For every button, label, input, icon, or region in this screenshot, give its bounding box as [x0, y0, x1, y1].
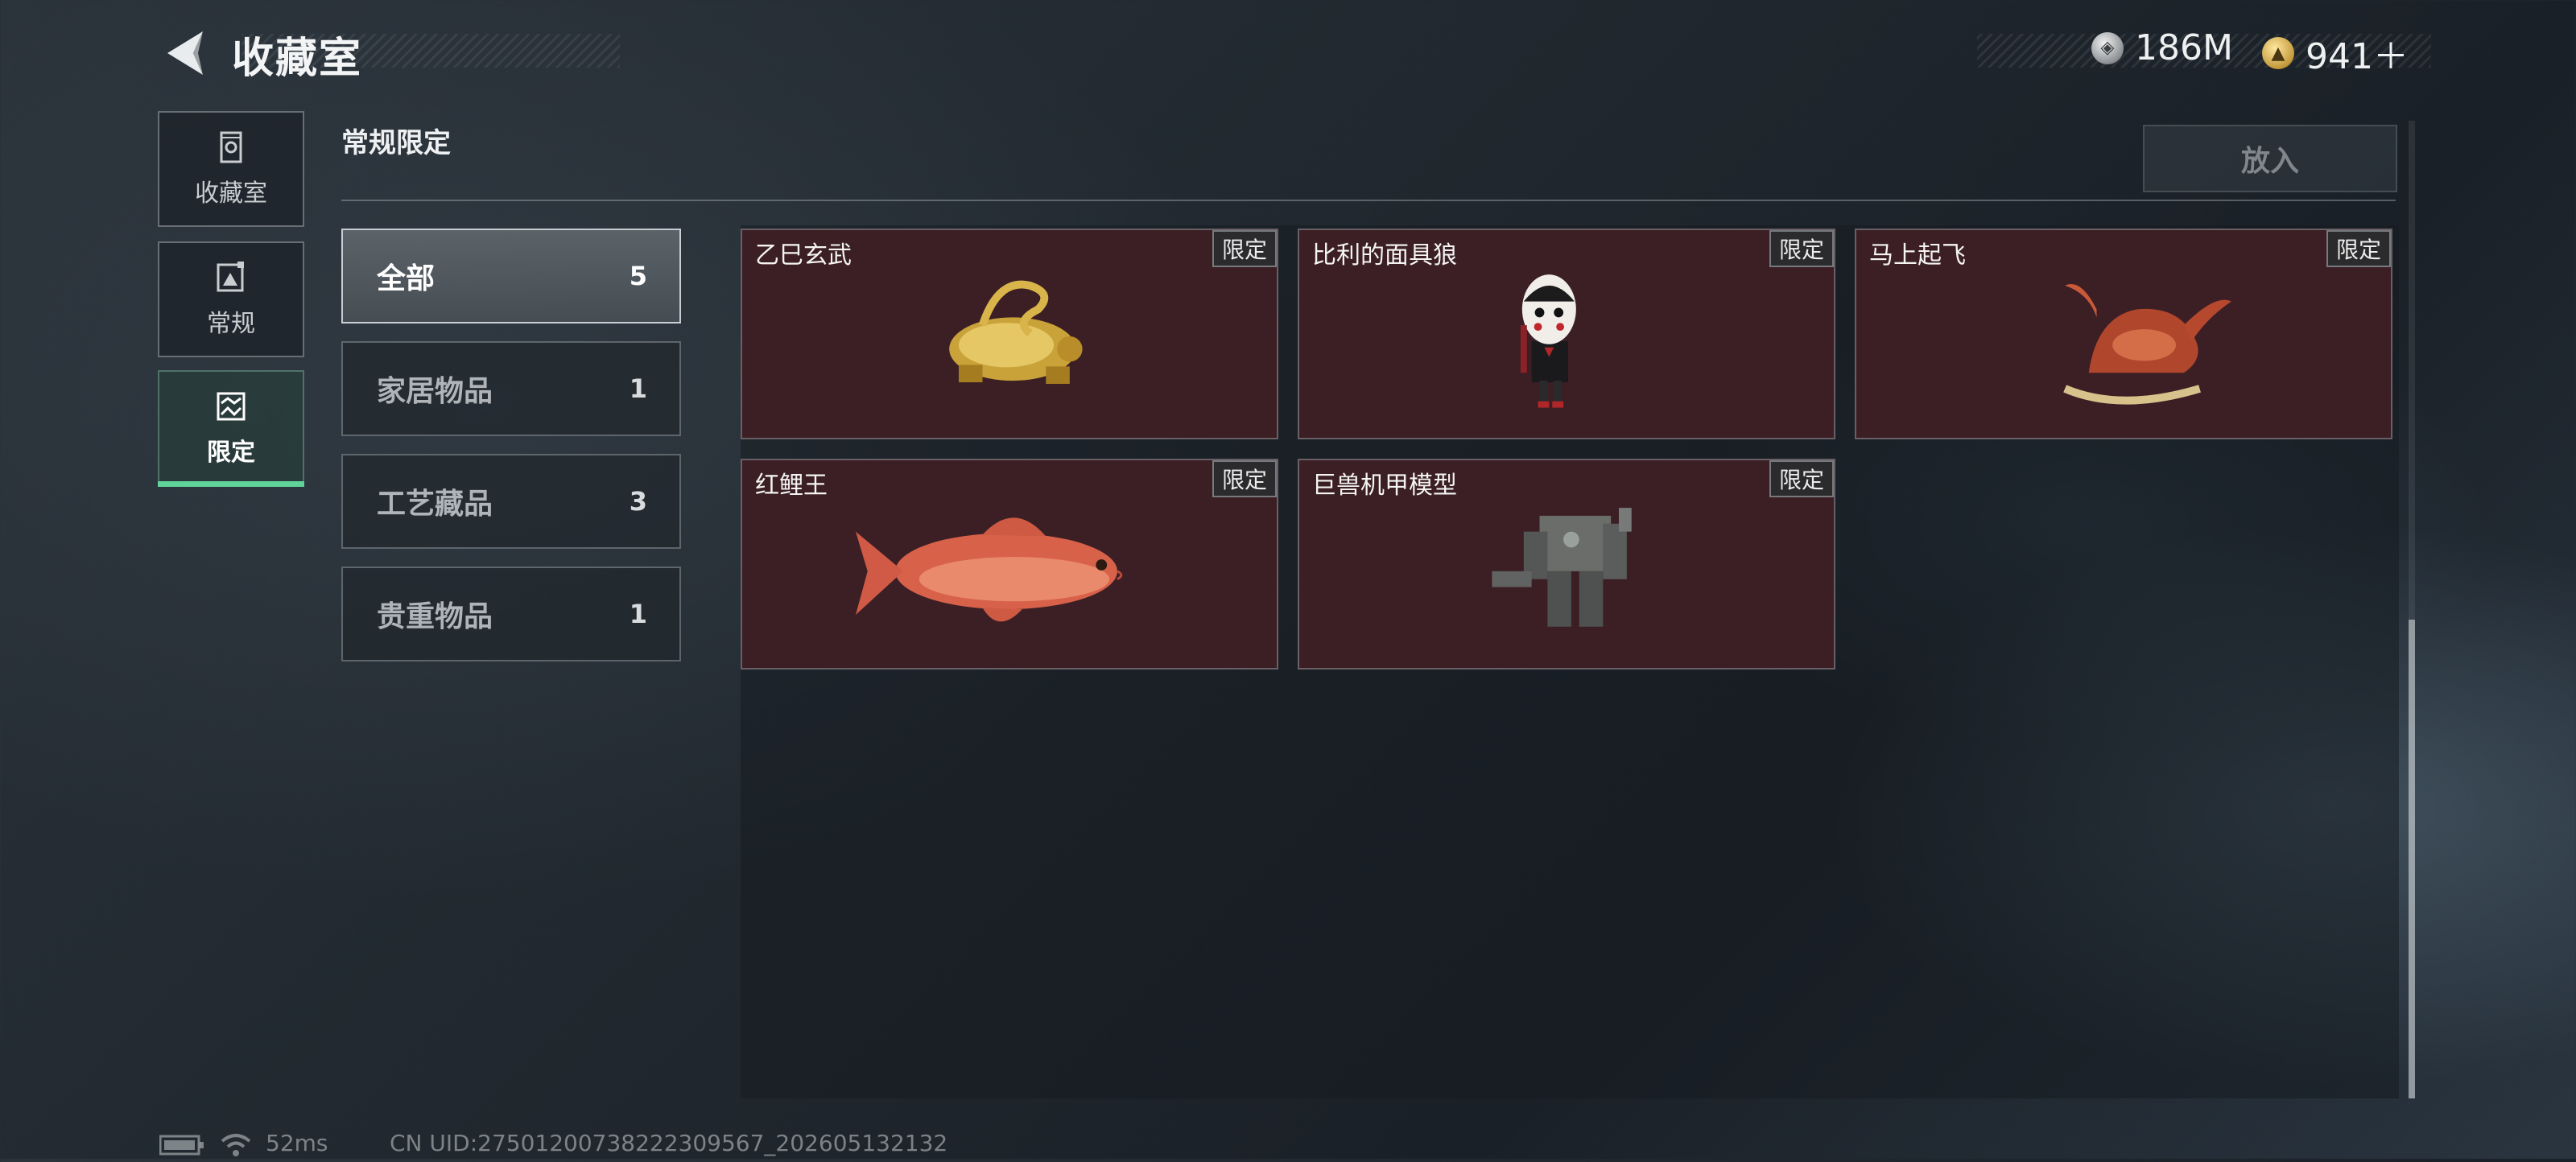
category-home[interactable]: 家居物品 1	[341, 341, 681, 436]
item-card[interactable]: 马上起飞 限定	[1855, 229, 2392, 439]
rail-item-vault[interactable]: 收藏室	[158, 111, 304, 227]
item-card[interactable]: 比利的面具狼 限定	[1298, 229, 1835, 439]
limited-tag: 限定	[1212, 230, 1277, 267]
category-label: 全部	[377, 262, 436, 295]
gold-currency-value: 941＋	[2306, 36, 2409, 77]
item-name: 巨兽机甲模型	[1312, 472, 1457, 500]
section-title: 常规限定	[341, 127, 451, 159]
rail-active-indicator	[158, 481, 304, 487]
category-count: 1	[629, 373, 647, 404]
category-label: 家居物品	[377, 375, 493, 408]
section-divider	[341, 200, 2396, 201]
vault-icon	[220, 131, 242, 163]
category-label: 工艺藏品	[377, 488, 493, 521]
category-label: 贵重物品	[377, 600, 493, 633]
scrollbar-thumb[interactable]	[2409, 620, 2415, 1098]
item-card[interactable]: 红鲤王 限定	[741, 459, 1278, 670]
limited-tag: 限定	[1769, 230, 1834, 267]
limited-tag: 限定	[1212, 460, 1277, 497]
item-name: 马上起飞	[1869, 241, 1966, 270]
battery-icon	[159, 1135, 204, 1159]
category-valuable[interactable]: 贵重物品 1	[341, 567, 681, 661]
picture-icon	[217, 262, 244, 292]
item-name: 比利的面具狼	[1312, 241, 1457, 270]
wifi-icon	[219, 1130, 253, 1162]
back-arrow-icon	[167, 31, 203, 75]
category-count: 5	[629, 261, 647, 291]
uid-text: CN UID:27501200738222309567_202605132132	[390, 1130, 948, 1156]
page-title: 收藏室	[232, 35, 363, 83]
limited-tag: 限定	[1769, 460, 1834, 497]
silver-coin-icon: ◈	[2091, 31, 2124, 64]
gold-currency[interactable]: ▲ 941＋	[2262, 27, 2409, 79]
rail-item-regular[interactable]: 常规	[158, 241, 304, 357]
item-card[interactable]: 乙巳玄武 限定	[741, 229, 1278, 439]
rail-label-vault: 收藏室	[195, 179, 267, 208]
rail-item-limited[interactable]: 限定	[158, 370, 304, 486]
category-count: 1	[629, 599, 647, 629]
item-name: 乙巳玄武	[755, 241, 852, 270]
category-count: 3	[629, 486, 647, 517]
category-all[interactable]: 全部 5	[341, 229, 681, 323]
rail-label-limited: 限定	[207, 439, 255, 467]
item-name: 红鲤王	[755, 472, 828, 500]
put-in-button[interactable]: 放入	[2143, 125, 2397, 192]
gold-coin-icon: ▲	[2262, 37, 2294, 69]
back-button[interactable]	[161, 28, 209, 78]
silver-currency: ◈ 186M	[2091, 27, 2233, 68]
item-card[interactable]: 巨兽机甲模型 限定	[1298, 459, 1835, 670]
latency-text: 52ms	[266, 1130, 328, 1156]
category-craft[interactable]: 工艺藏品 3	[341, 454, 681, 549]
rail-label-regular: 常规	[207, 310, 255, 338]
silver-currency-value: 186M	[2135, 27, 2233, 68]
limited-tag: 限定	[2326, 230, 2391, 267]
limited-icon	[217, 392, 246, 421]
